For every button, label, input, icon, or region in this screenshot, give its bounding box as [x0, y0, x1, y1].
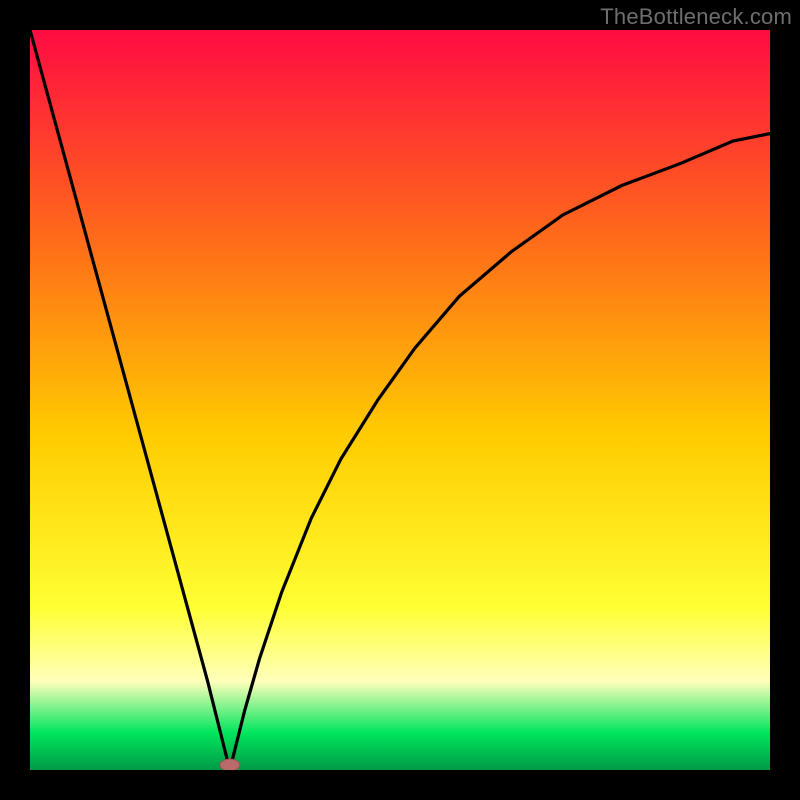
chart-frame: TheBottleneck.com — [0, 0, 800, 800]
plot-area — [30, 30, 770, 770]
watermark-text: TheBottleneck.com — [600, 4, 792, 30]
gradient-background — [30, 30, 770, 770]
chart-svg — [30, 30, 770, 770]
minimum-marker — [220, 759, 240, 770]
